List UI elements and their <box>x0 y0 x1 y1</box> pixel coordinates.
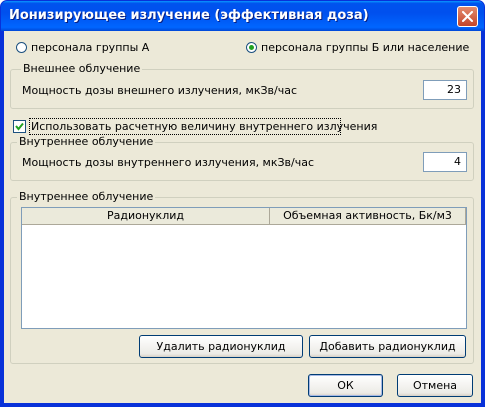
close-button[interactable] <box>457 6 478 27</box>
internal-dose-input[interactable]: 4 <box>423 152 467 172</box>
nuclides-legend: Внутреннее облучение <box>17 190 156 203</box>
internal-exposure-legend: Внутреннее облучение <box>17 135 156 148</box>
internal-exposure-group: Внутреннее облучение Мощность дозы внутр… <box>10 135 474 181</box>
remove-nuclide-button[interactable]: Удалить радионуклид <box>139 335 303 358</box>
radio-group-a[interactable] <box>16 42 27 53</box>
close-icon <box>462 11 473 22</box>
radio-group-b-label[interactable]: персонала группы Б или население <box>261 41 469 54</box>
internal-dose-label: Мощность дозы внутреннего излучения, мкЗ… <box>22 156 315 169</box>
checkmark-icon <box>15 122 24 131</box>
radio-group-b[interactable] <box>246 42 257 53</box>
use-internal-checkbox[interactable] <box>13 120 26 133</box>
external-exposure-group: Внешнее облучение Мощность дозы внешнего… <box>10 62 474 109</box>
column-header-nuclide[interactable]: Радионуклид <box>22 208 270 225</box>
nuclides-list[interactable]: Радионуклид Объемная активность, Бк/м3 <box>21 207 467 329</box>
window-title: Ионизирующее излучение (эффективная доза… <box>9 8 369 23</box>
cancel-button[interactable]: Отмена <box>397 374 473 397</box>
column-header-activity[interactable]: Объемная активность, Бк/м3 <box>270 208 466 225</box>
dialog-window: Ионизирующее излучение (эффективная доза… <box>0 0 485 407</box>
external-dose-label: Мощность дозы внешнего излучения, мкЗв/ч… <box>22 84 298 97</box>
ok-button[interactable]: ОК <box>308 374 383 397</box>
add-nuclide-button[interactable]: Добавить радионуклид <box>309 335 466 358</box>
external-exposure-legend: Внешнее облучение <box>21 62 143 75</box>
radio-group-a-label[interactable]: персонала группы А <box>31 41 149 54</box>
title-bar[interactable]: Ионизирующее излучение (эффективная доза… <box>1 1 484 31</box>
dialog-body: персонала группы А персонала группы Б ил… <box>4 31 481 403</box>
external-dose-input[interactable]: 23 <box>423 80 467 100</box>
use-internal-label[interactable]: Использовать расчетную величину внутренн… <box>31 120 377 133</box>
radio-selected-dot <box>249 45 254 50</box>
nuclides-group: Внутреннее облучение Радионуклид Объемна… <box>10 190 474 364</box>
